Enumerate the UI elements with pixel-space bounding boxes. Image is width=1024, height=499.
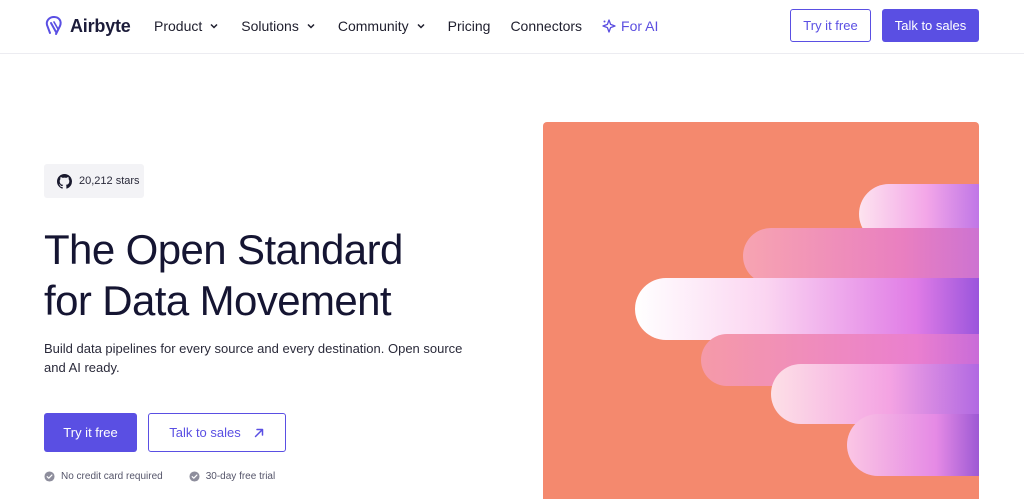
nav-item-solutions[interactable]: Solutions [241,16,316,36]
talk-to-sales-button[interactable]: Talk to sales [882,9,979,42]
check-item: No credit card required [44,471,163,482]
nav-item-label: For AI [621,18,659,34]
sparkle-icon [602,19,616,33]
arrow-up-right-icon [254,428,264,437]
hero-checklist: No credit card required 30-day free tria… [44,471,275,482]
nav-item-community[interactable]: Community [338,16,426,36]
data-stream-bar [743,228,979,284]
hero-illustration [543,122,979,499]
nav-item-label: Community [337,18,409,34]
hero-subtext: Build data pipelines for every source an… [44,341,463,375]
try-it-free-button[interactable]: Try it free [790,9,871,42]
data-stream-bar [635,278,979,340]
nav-item-for-ai[interactable]: For AI [602,16,658,36]
headline-line: The Open Standard [44,226,403,273]
hero-try-it-free-button[interactable]: Try it free [44,413,137,452]
github-stars-badge[interactable]: 20,212 stars [44,164,144,198]
github-icon [57,173,72,189]
airbyte-logo-icon [45,16,62,35]
check-circle-icon [44,471,55,482]
check-circle-icon [189,471,200,482]
brand-name: Airbyte [70,15,131,36]
chevron-down-icon [417,23,425,29]
nav-item-pricing[interactable]: Pricing [448,16,491,36]
nav-item-connectors[interactable]: Connectors [510,16,582,36]
top-navbar: Airbyte Product Solutions Community Pric… [0,0,1024,54]
stars-count: 20,212 stars [79,175,140,187]
data-streams-graphic [635,184,979,476]
main-menu: Product Solutions Community Pricing Conn… [154,16,658,36]
nav-item-label: Pricing [447,18,491,34]
data-stream-bar [847,414,979,476]
check-label: No credit card required [61,471,163,482]
headline-line: for Data Movement [44,277,392,324]
nav-item-label: Solutions [241,18,299,34]
airbyte-logo[interactable]: Airbyte [44,13,131,39]
hero-headline: The Open Standard for Data Movement [44,224,504,326]
nav-item-label: Connectors [510,18,583,34]
chevron-down-icon [307,23,315,29]
nav-item-product[interactable]: Product [154,16,219,36]
check-item: 30-day free trial [189,471,275,482]
button-label: Talk to sales [169,425,241,440]
nav-item-label: Product [154,18,203,34]
check-label: 30-day free trial [205,471,276,482]
hero-talk-to-sales-button[interactable]: Talk to sales [148,413,286,452]
chevron-down-icon [210,23,218,29]
